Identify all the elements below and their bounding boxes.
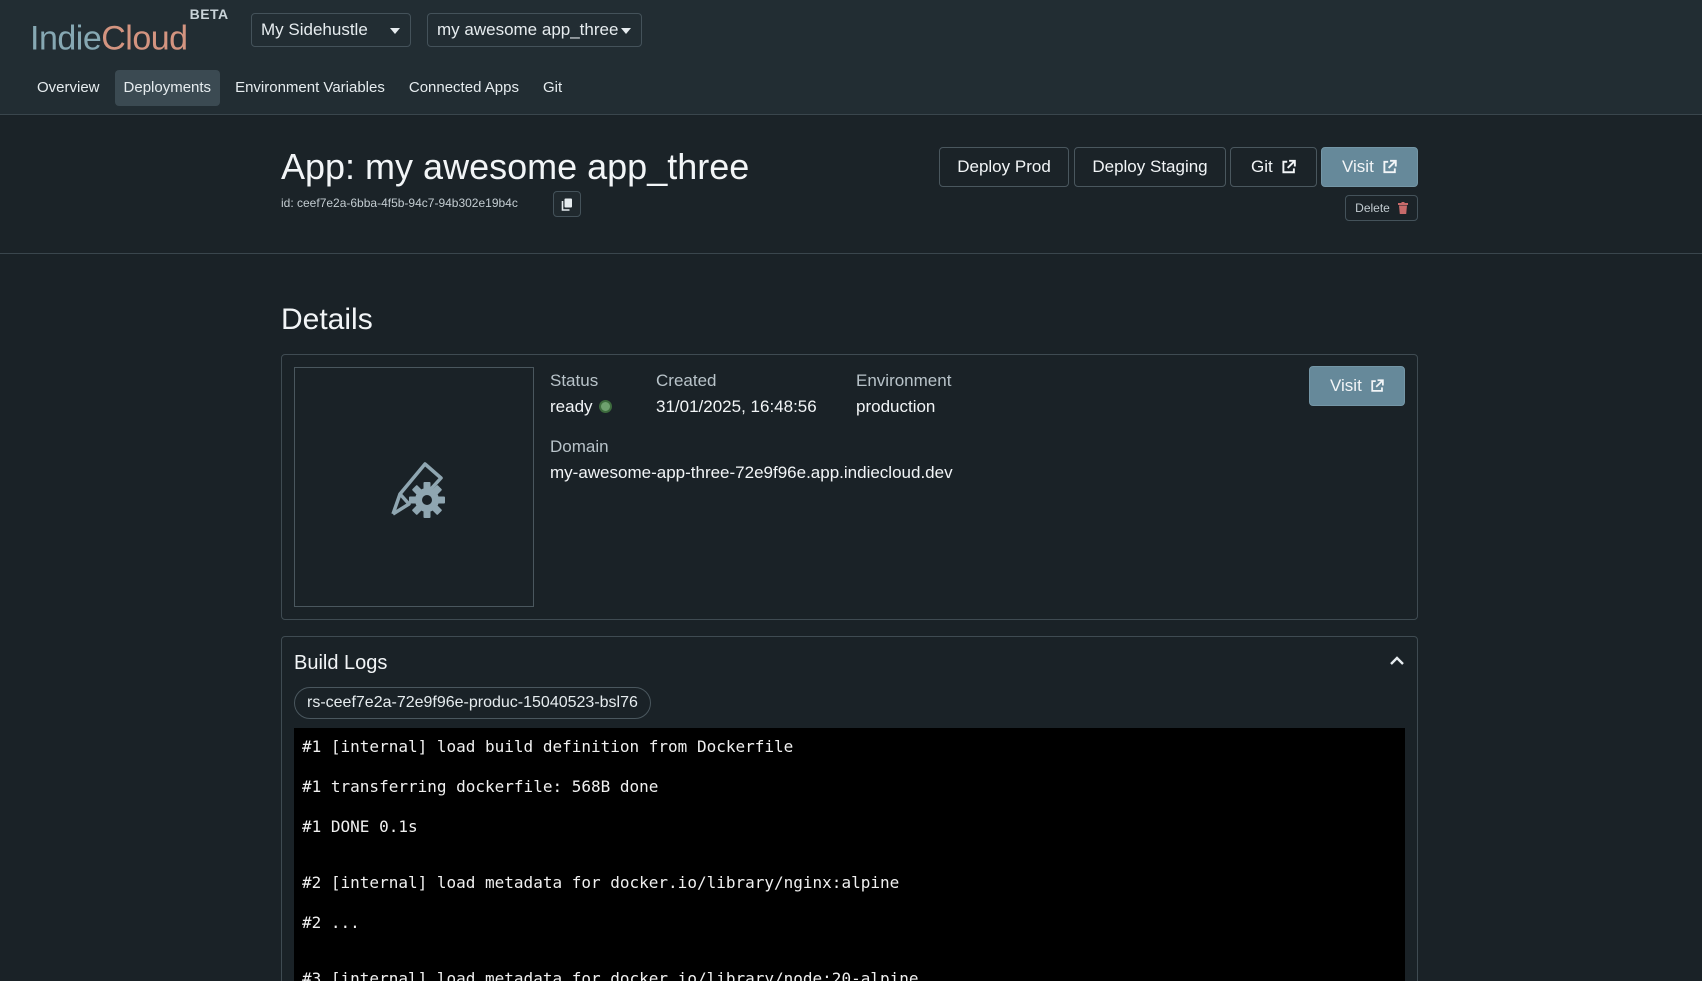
log-line: #1 [internal] load build definition from… — [302, 737, 794, 756]
org-select[interactable]: My Sidehustle — [251, 13, 411, 47]
external-link-icon — [1282, 159, 1296, 174]
tab-environment-variables[interactable]: Environment Variables — [226, 70, 394, 106]
deploy-staging-button[interactable]: Deploy Staging — [1074, 147, 1226, 187]
chevron-down-icon — [621, 28, 631, 34]
log-line: #3 [internal] load metadata for docker.i… — [302, 969, 919, 981]
tab-git[interactable]: Git — [534, 70, 571, 106]
log-line: #1 transferring dockerfile: 568B done — [302, 777, 659, 796]
beta-badge: BETA — [189, 6, 229, 22]
org-select-value: My Sidehustle — [261, 20, 368, 39]
page-title: App: my awesome app_three — [281, 146, 750, 187]
brand-cloud: Cloud — [101, 19, 188, 58]
visit-label: Visit — [1342, 157, 1374, 176]
delete-label: Delete — [1355, 201, 1390, 215]
build-log-output[interactable]: #1 [internal] load build definition from… — [294, 728, 1405, 981]
chevron-up-icon[interactable] — [1389, 655, 1405, 667]
app-select[interactable]: my awesome app_three — [427, 13, 642, 47]
app-tabs: Overview Deployments Environment Variabl… — [28, 70, 571, 106]
details-visit-button[interactable]: Visit — [1309, 366, 1405, 406]
top-navigation: IndieCloudBETA My Sidehustle my awesome … — [0, 0, 1702, 115]
created-label: Created — [656, 371, 717, 390]
details-heading: Details — [281, 303, 373, 336]
deploy-prod-button[interactable]: Deploy Prod — [939, 147, 1069, 187]
log-line: #1 DONE 0.1s — [302, 817, 418, 836]
domain-label: Domain — [550, 437, 609, 456]
pod-chip[interactable]: rs-ceef7e2a-72e9f96e-produc-15040523-bsl… — [294, 687, 651, 719]
copy-id-button[interactable] — [553, 191, 581, 217]
app-header: App: my awesome app_three id: ceef7e2a-6… — [0, 116, 1702, 254]
chevron-down-icon — [390, 28, 400, 34]
build-logs-card: Build Logs rs-ceef7e2a-72e9f96e-produc-1… — [281, 636, 1418, 981]
brand-logo[interactable]: IndieCloudBETA — [30, 6, 228, 58]
external-link-icon — [1383, 159, 1397, 174]
delete-app-button[interactable]: Delete — [1345, 195, 1418, 221]
git-button[interactable]: Git — [1230, 147, 1317, 187]
tab-overview[interactable]: Overview — [28, 70, 109, 106]
build-logs-heading: Build Logs — [294, 652, 388, 674]
visit-button[interactable]: Visit — [1321, 147, 1418, 187]
status-ready-icon — [598, 400, 612, 413]
created-value: 31/01/2025, 16:48:56 — [656, 397, 817, 416]
status-value: ready — [550, 397, 612, 417]
brand-indie: Indie — [30, 19, 102, 58]
log-line: #2 [internal] load metadata for docker.i… — [302, 873, 900, 892]
tab-deployments[interactable]: Deployments — [114, 70, 221, 106]
details-card: Status ready Created 31/01/2025, 16:48:5… — [281, 354, 1418, 620]
environment-label: Environment — [856, 371, 952, 390]
external-link-icon — [1371, 379, 1384, 392]
tab-connected-apps[interactable]: Connected Apps — [400, 70, 528, 106]
copy-icon — [561, 198, 572, 211]
details-visit-label: Visit — [1330, 376, 1362, 395]
status-text: ready — [550, 397, 593, 416]
log-line: #2 ... — [302, 913, 360, 932]
app-id: id: ceef7e2a-6bba-4f5b-94c7-94b302e19b4c — [281, 196, 518, 210]
deploy-prod-label: Deploy Prod — [957, 157, 1051, 176]
trash-icon — [1397, 202, 1408, 214]
domain-value[interactable]: my-awesome-app-three-72e9f96e.app.indiec… — [550, 463, 953, 483]
environment-value: production — [856, 397, 936, 416]
app-select-value: my awesome app_three — [437, 20, 619, 39]
deploy-staging-label: Deploy Staging — [1092, 157, 1208, 176]
build-gear-icon — [391, 462, 445, 518]
deployment-thumbnail — [294, 367, 534, 607]
status-label: Status — [550, 371, 599, 390]
git-label: Git — [1251, 157, 1273, 176]
